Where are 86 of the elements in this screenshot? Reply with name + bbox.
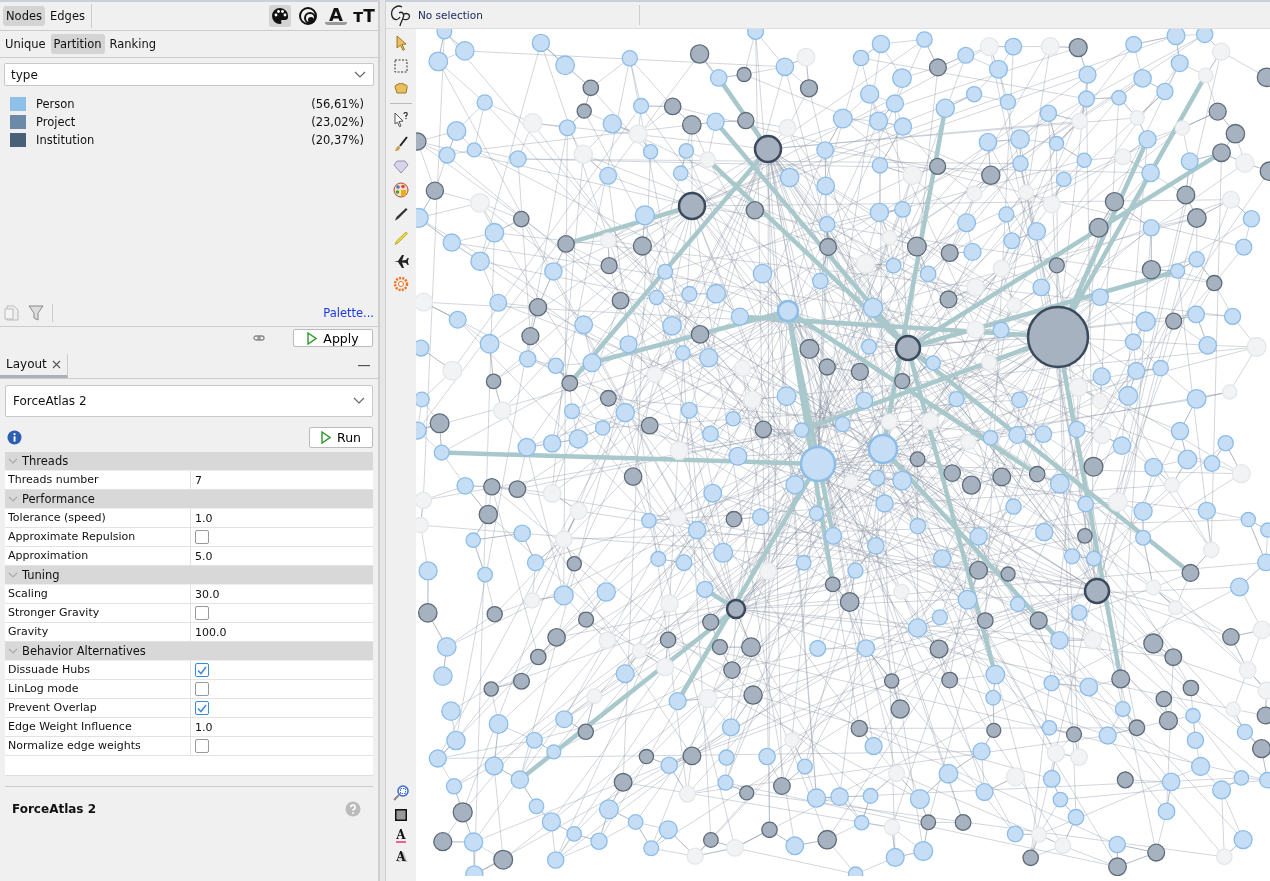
group-header[interactable]: Behavior Alternatives [5,642,373,661]
hand-icon[interactable] [393,81,409,95]
property-name: Prevent Overlap [5,699,191,717]
apply-button[interactable]: Apply [293,329,373,347]
property-name: Edge Weight Influence [5,718,191,736]
airplane-icon[interactable] [393,254,409,268]
mode-tab[interactable]: Unique [2,34,49,54]
square-icon[interactable] [395,809,407,821]
property-name: Stronger Gravity [5,604,191,622]
chevron-down-icon[interactable] [8,572,18,578]
document-icon[interactable] [4,304,20,322]
property-value[interactable]: 5.0 [195,549,213,563]
checkbox[interactable] [195,739,209,753]
color-swatch[interactable] [10,96,26,111]
checkbox[interactable] [195,682,209,696]
property-name: Normalize edge weights [5,737,191,755]
algorithm-dropdown[interactable]: ForceAtlas 2 [5,385,373,417]
chevron-down-icon[interactable] [8,458,18,464]
selection-status: No selection [418,9,483,21]
group-header[interactable]: Threads [5,452,373,471]
layout-tab[interactable]: Layout [0,353,68,378]
property-value[interactable]: 100.0 [195,625,227,639]
gear-icon[interactable] [393,276,409,292]
partition-share: (20,37%) [311,132,364,147]
property-name: Tolerance (speed) [5,509,191,527]
property-name: Approximation [5,547,191,565]
checkbox[interactable] [195,530,209,544]
partition-label: Project [36,114,77,129]
play-icon [307,331,318,345]
rectangle-select-icon[interactable] [394,59,408,73]
diamond-icon[interactable] [393,160,409,174]
property-name: Threads number [5,471,191,489]
chevron-down-icon[interactable] [8,648,18,654]
play-icon [321,431,332,444]
group-title: Performance [22,492,95,506]
group-title: Tuning [22,568,60,582]
group-header[interactable]: Tuning [5,566,373,585]
info-icon[interactable] [7,430,22,445]
run-button[interactable]: Run [309,427,373,448]
property-value[interactable]: 30.0 [195,587,220,601]
property-value[interactable]: 1.0 [195,511,213,525]
attribute-dropdown[interactable]: type [4,63,374,86]
checkbox[interactable] [195,701,209,715]
partition-label: Institution [36,132,96,147]
color-swatch[interactable] [10,114,26,129]
property-value[interactable]: 1.0 [195,720,213,734]
chevron-down-icon[interactable] [8,496,18,502]
color-swatch[interactable] [10,132,26,147]
checkbox[interactable] [195,663,209,677]
help-icon[interactable] [345,801,361,817]
palette-link[interactable]: Palette... [323,306,374,320]
minimize-icon[interactable] [358,364,370,367]
pointer-icon[interactable] [394,35,408,51]
property-name: LinLog mode [5,680,191,698]
property-name: Gravity [5,623,191,641]
checkbox[interactable] [195,606,209,620]
chevron-down-icon [353,397,365,405]
description-title: ForceAtlas 2 [12,802,97,816]
mode-tab[interactable]: Partition [50,34,105,54]
panel-tab[interactable]: Nodes [3,6,45,26]
partition-share: (56,61%) [311,96,364,111]
rings-icon[interactable] [297,5,319,27]
palette-icon[interactable] [269,5,291,27]
mode-tab[interactable]: Ranking [106,34,160,54]
group-header[interactable]: Performance [5,490,373,509]
zoom-icon[interactable] [393,785,409,801]
label-size-icon[interactable]: ᴛT [353,5,375,27]
property-value[interactable]: 7 [195,473,202,487]
close-icon[interactable] [51,359,61,369]
group-title: Threads [22,454,69,468]
panel-tab[interactable]: Edges [47,6,88,26]
funnel-icon[interactable] [28,304,44,322]
property-name: Approximate Repulsion [5,528,191,546]
logo-icon [388,3,412,27]
pencil-icon[interactable] [394,206,408,222]
partition-share: (23,02%) [311,114,364,129]
network-graph-drawing[interactable] [416,29,1270,876]
property-name: Dissuade Hubs [5,661,191,679]
brush-icon[interactable] [394,136,408,152]
partition-label: Person [36,96,76,111]
property-name: Scaling [5,585,191,603]
pointer-question-icon[interactable] [393,112,409,128]
group-title: Behavior Alternatives [22,644,146,658]
chevron-down-icon [354,70,366,79]
label-shadow-icon[interactable]: A [396,851,406,863]
link-icon[interactable] [253,334,265,342]
